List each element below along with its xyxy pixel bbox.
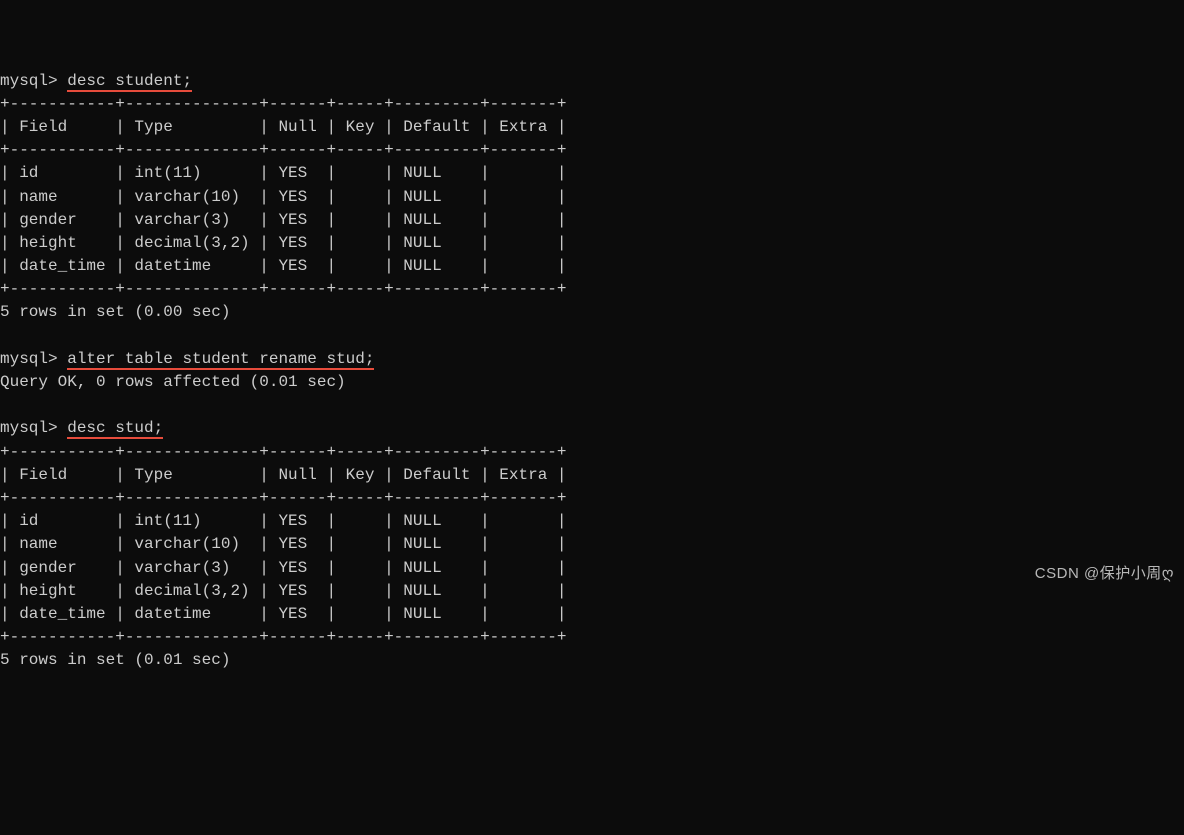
watermark: CSDN @保护小周ღ <box>1035 563 1174 585</box>
rows-in-set: 5 rows in set (0.01 sec) <box>0 651 230 669</box>
table-border: +-----------+--------------+------+-----… <box>0 443 567 461</box>
table-header: | Field | Type | Null | Key | Default | … <box>0 118 567 136</box>
table-header: | Field | Type | Null | Key | Default | … <box>0 466 567 484</box>
command-desc-stud: desc stud; <box>67 419 163 439</box>
terminal-output: mysql> desc student; +-----------+------… <box>0 70 1184 673</box>
table-border: +-----------+--------------+------+-----… <box>0 95 567 113</box>
prompt: mysql> <box>0 419 58 437</box>
table-row: | gender | varchar(3) | YES | | NULL | | <box>0 211 567 229</box>
table-row: | gender | varchar(3) | YES | | NULL | | <box>0 559 567 577</box>
table-border: +-----------+--------------+------+-----… <box>0 280 567 298</box>
table-row: | name | varchar(10) | YES | | NULL | | <box>0 535 567 553</box>
table-row: | name | varchar(10) | YES | | NULL | | <box>0 188 567 206</box>
command-alter-table: alter table student rename stud; <box>67 350 374 370</box>
table-row: | height | decimal(3,2) | YES | | NULL |… <box>0 234 567 252</box>
table-row: | date_time | datetime | YES | | NULL | … <box>0 257 567 275</box>
table-border: +-----------+--------------+------+-----… <box>0 628 567 646</box>
table-row: | id | int(11) | YES | | NULL | | <box>0 164 567 182</box>
table-row: | date_time | datetime | YES | | NULL | … <box>0 605 567 623</box>
table-row: | height | decimal(3,2) | YES | | NULL |… <box>0 582 567 600</box>
command-desc-student: desc student; <box>67 72 192 92</box>
rows-in-set: 5 rows in set (0.00 sec) <box>0 303 230 321</box>
table-border: +-----------+--------------+------+-----… <box>0 141 567 159</box>
table-row: | id | int(11) | YES | | NULL | | <box>0 512 567 530</box>
table-border: +-----------+--------------+------+-----… <box>0 489 567 507</box>
prompt: mysql> <box>0 72 58 90</box>
query-ok: Query OK, 0 rows affected (0.01 sec) <box>0 373 346 391</box>
prompt: mysql> <box>0 350 58 368</box>
